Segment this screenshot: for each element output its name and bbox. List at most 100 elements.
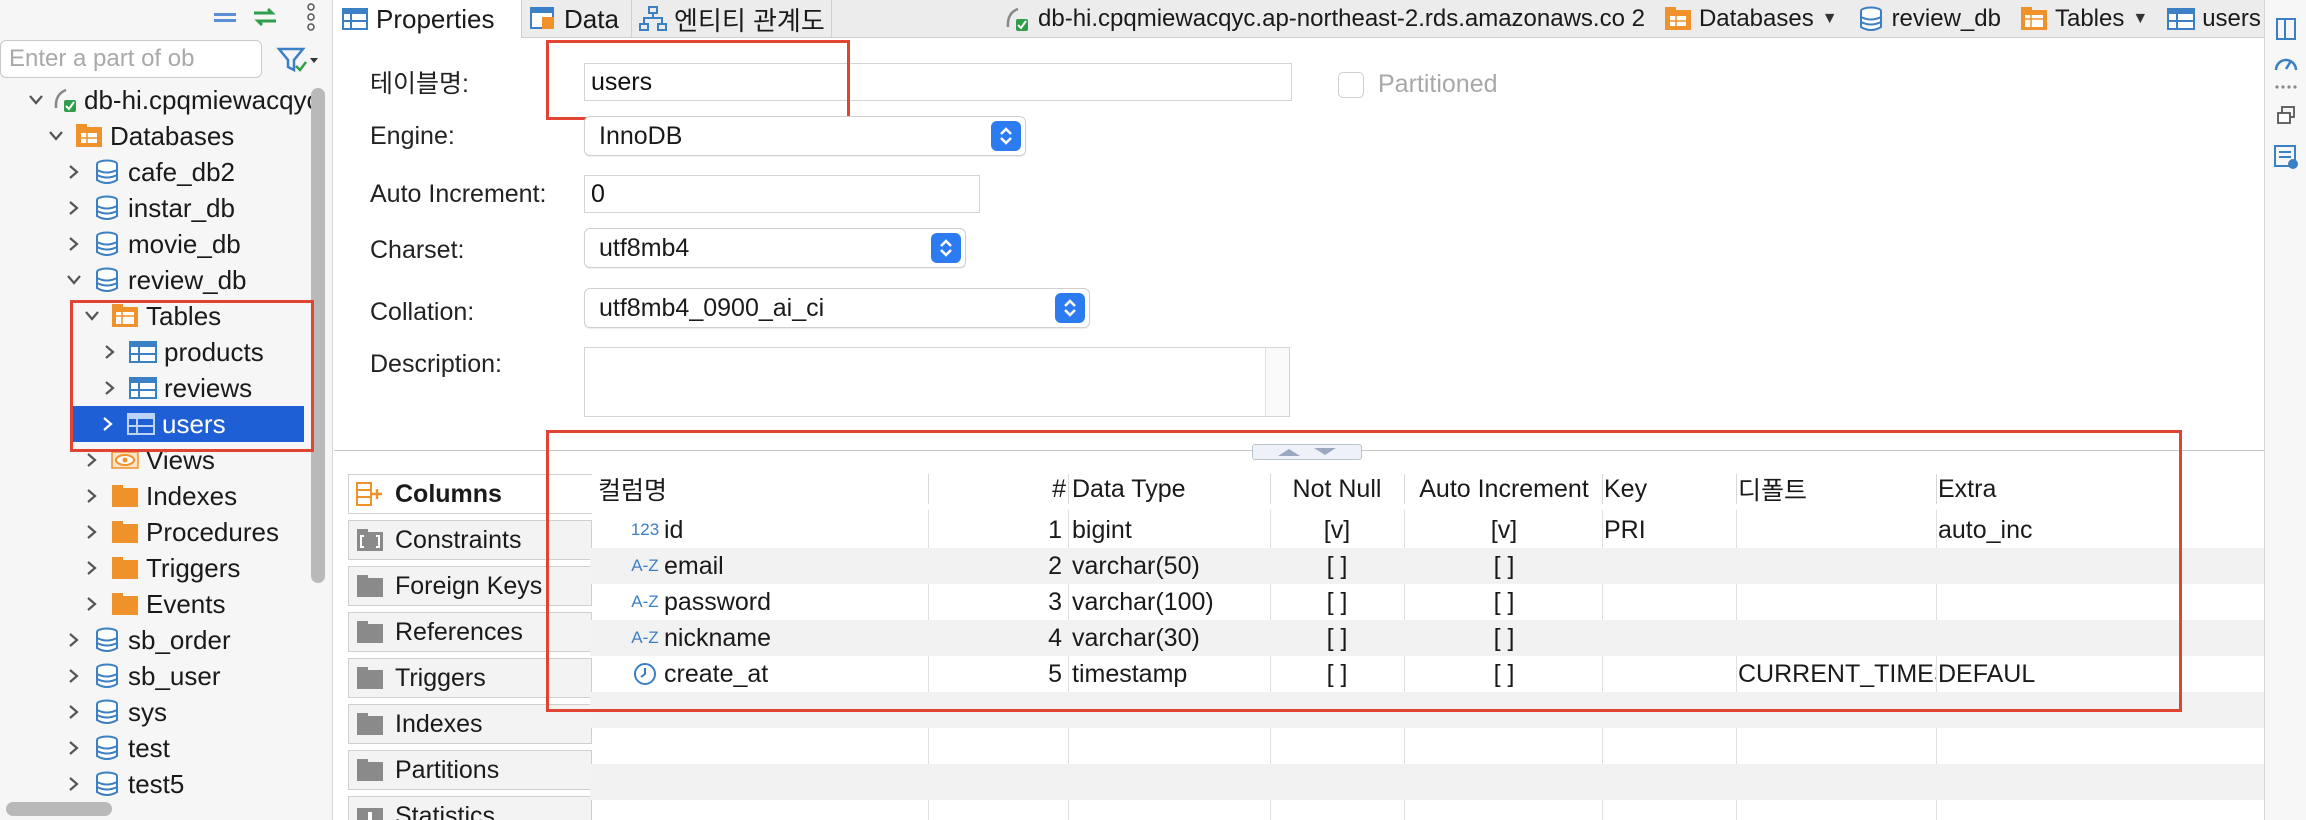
chevron-right-icon[interactable] — [82, 522, 102, 542]
cell-extra[interactable]: auto_inc — [1938, 512, 2264, 548]
charset-select[interactable]: utf8mb4 — [584, 228, 966, 268]
table-name-input[interactable] — [584, 63, 1292, 101]
breadcrumb-item[interactable]: Tables ▼ — [2019, 5, 2148, 33]
cell-key[interactable] — [1604, 584, 1736, 620]
description-textarea[interactable] — [584, 347, 1290, 417]
engine-select[interactable]: InnoDB — [584, 116, 1026, 156]
chevron-right-icon[interactable] — [64, 666, 84, 686]
tree-item-sb-order[interactable]: sb_order — [0, 622, 306, 658]
table-row[interactable]: 123 id 1 bigint [v] [v] PRI auto_inc — [590, 512, 2264, 548]
cell-name[interactable]: A-Z nickname — [598, 620, 928, 656]
cell-name[interactable]: create_at — [598, 656, 928, 692]
partitioned-checkbox-box[interactable] — [1338, 71, 1364, 98]
tree-item-indexes[interactable]: Indexes — [0, 478, 306, 514]
sub-tab-statistics[interactable]: Statistics — [348, 796, 592, 820]
panel-toggle-icon[interactable] — [2273, 16, 2299, 42]
table-row[interactable]: A-Z email 2 varchar(50)[ ][ ] — [590, 548, 2264, 584]
more-options-icon[interactable] — [298, 0, 324, 34]
chevron-right-icon[interactable] — [100, 342, 120, 362]
breadcrumb-item[interactable]: users — [2166, 5, 2261, 33]
column-header-separator[interactable] — [1936, 474, 1937, 504]
description-scrollbar[interactable] — [1265, 348, 1289, 416]
chevron-right-icon[interactable] — [64, 630, 84, 650]
tree-item-movie-db[interactable]: movie_db — [0, 226, 306, 262]
chevron-right-icon[interactable] — [64, 702, 84, 722]
cell-default[interactable] — [1738, 584, 1936, 620]
sub-tab-triggers[interactable]: Triggers — [348, 658, 592, 698]
tree-item-sys[interactable]: sys — [0, 694, 306, 730]
chevron-right-icon[interactable] — [82, 558, 102, 578]
cell-key[interactable] — [1604, 656, 1736, 692]
chevron-down-icon[interactable] — [28, 90, 44, 110]
cell-default[interactable] — [1738, 512, 1936, 548]
breadcrumb-item[interactable]: db-hi.cpqmiewacqyc.ap-northeast-2.rds.am… — [1002, 5, 1645, 33]
collation-select[interactable]: utf8mb4_0900_ai_ci — [584, 288, 1090, 328]
dropdown-caret-icon[interactable]: ▼ — [2132, 10, 2148, 28]
column-header[interactable]: Extra — [1938, 468, 2264, 510]
column-header[interactable]: Auto Increment — [1406, 468, 1602, 510]
chevron-right-icon[interactable] — [82, 450, 102, 470]
column-header-separator[interactable] — [1736, 474, 1737, 504]
dashboard-gauge-icon[interactable] — [2273, 50, 2299, 76]
cell-not-null[interactable]: [ ] — [1270, 548, 1404, 584]
column-header[interactable]: Not Null — [1270, 468, 1404, 510]
tree-item-review-db[interactable]: review_db — [0, 262, 306, 298]
tree-item-triggers[interactable]: Triggers — [0, 550, 306, 586]
column-header-separator[interactable] — [1602, 474, 1603, 504]
cell-not-null[interactable]: [ ] — [1270, 584, 1404, 620]
sub-tab-foreign-keys[interactable]: Foreign Keys — [348, 566, 592, 606]
chevron-right-icon[interactable] — [100, 378, 120, 398]
column-header-separator[interactable] — [1404, 474, 1405, 504]
chevron-right-icon[interactable] — [64, 198, 84, 218]
tree-item-views[interactable]: Views — [0, 442, 306, 478]
tree-item-users[interactable]: users — [70, 406, 304, 442]
filter-icon[interactable] — [276, 44, 322, 76]
tree-item-tables[interactable]: Tables — [0, 298, 306, 334]
column-header-separator[interactable] — [928, 474, 929, 504]
cell-extra[interactable] — [1938, 620, 2264, 656]
cell-default[interactable]: CURRENT_TIMESTAMP — [1738, 656, 1936, 692]
column-header[interactable]: Key — [1604, 468, 1736, 510]
chevron-right-icon[interactable] — [64, 774, 84, 794]
sub-tab-references[interactable]: References — [348, 612, 592, 652]
cell-num[interactable]: 2 — [930, 548, 1066, 584]
tree-item-databases[interactable]: Databases — [0, 118, 306, 154]
column-header[interactable]: Data Type — [1072, 468, 1268, 510]
tree-item-sb-user[interactable]: sb_user — [0, 658, 306, 694]
chevron-right-icon[interactable] — [64, 234, 84, 254]
cell-key[interactable]: PRI — [1604, 512, 1736, 548]
sub-tab-partitions[interactable]: Partitions — [348, 750, 592, 790]
tab-properties[interactable]: Properties — [334, 0, 522, 38]
navigator-filter-input[interactable] — [0, 40, 262, 78]
cell-data-type[interactable]: timestamp — [1072, 656, 1268, 692]
cell-key[interactable] — [1604, 548, 1736, 584]
breadcrumb-item[interactable]: review_db — [1856, 5, 2001, 33]
dropdown-caret-icon[interactable]: ▼ — [1822, 10, 1838, 28]
sub-tab-constraints[interactable]: Constraints — [348, 520, 592, 560]
collapse-down-icon[interactable] — [1312, 447, 1338, 457]
tree-item-test[interactable]: test — [0, 730, 306, 766]
cell-extra[interactable]: DEFAUL — [1938, 656, 2264, 692]
cell-data-type[interactable]: varchar(50) — [1072, 548, 1268, 584]
tree-item-events[interactable]: Events — [0, 586, 306, 622]
chevron-right-icon[interactable] — [64, 162, 84, 182]
cell-key[interactable] — [1604, 620, 1736, 656]
chevron-right-icon[interactable] — [82, 486, 102, 506]
chevron-down-icon[interactable] — [82, 306, 102, 326]
splitter-handle[interactable] — [1252, 444, 1362, 460]
navigator-horizontal-scrollbar[interactable] — [6, 802, 112, 816]
tree-item-products[interactable]: products — [0, 334, 306, 370]
collation-stepper-icon[interactable] — [1055, 293, 1085, 323]
cell-num[interactable]: 1 — [930, 512, 1066, 548]
cell-extra[interactable] — [1938, 548, 2264, 584]
cell-data-type[interactable]: varchar(100) — [1072, 584, 1268, 620]
cell-num[interactable]: 3 — [930, 584, 1066, 620]
table-row[interactable]: A-Z password 3 varchar(100)[ ][ ] — [590, 584, 2264, 620]
column-header-separator[interactable] — [1068, 474, 1069, 504]
chevron-right-icon[interactable] — [64, 738, 84, 758]
cell-auto-increment[interactable]: [ ] — [1406, 620, 1602, 656]
column-header-separator[interactable] — [1270, 474, 1271, 504]
table-row[interactable]: create_at5timestamp[ ][ ]CURRENT_TIMESTA… — [590, 656, 2264, 692]
cell-name[interactable]: 123 id — [598, 512, 928, 548]
cell-not-null[interactable]: [ ] — [1270, 620, 1404, 656]
